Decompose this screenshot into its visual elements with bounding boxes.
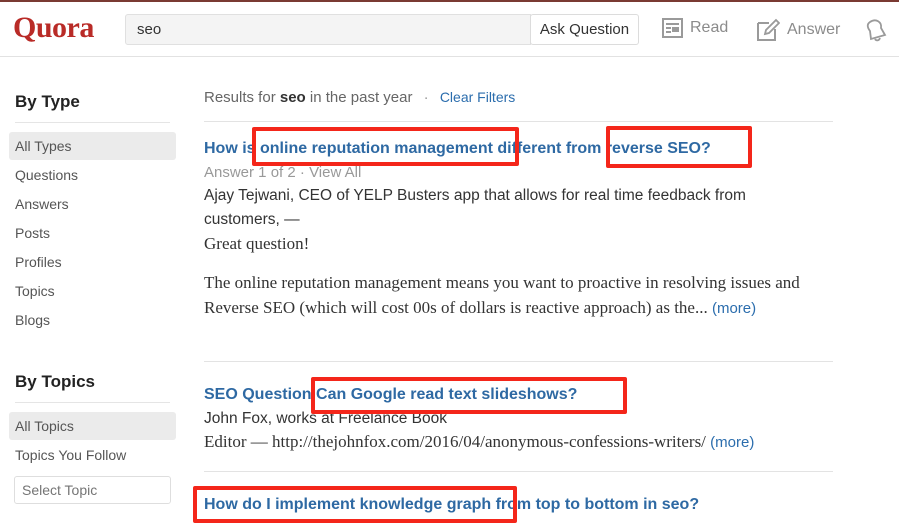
filter-topics-you-follow[interactable]: Topics You Follow [9, 441, 176, 469]
bell-icon [866, 19, 887, 42]
more-link[interactable]: (more) [712, 300, 756, 317]
results-query: seo [279, 89, 306, 106]
filter-profiles[interactable]: Profiles [9, 248, 176, 276]
results-prefix: Results for [204, 89, 276, 106]
answer-snippet-text: The online reputation management means y… [204, 273, 800, 317]
divider [204, 471, 833, 472]
results-suffix: in the past year [309, 89, 413, 106]
filter-all-types[interactable]: All Types [9, 132, 176, 160]
nav-read-label: Read [690, 19, 729, 36]
answer-count: Answer 1 of 2 [204, 164, 296, 181]
nav-notifications[interactable] [866, 18, 895, 42]
divider [15, 402, 170, 403]
read-icon [662, 18, 683, 38]
answer-snippet: The online reputation management means y… [204, 270, 824, 321]
answer-author: Ajay Tejwani, CEO of YELP Busters app th… [204, 187, 746, 228]
result-title-prefix: SEO Question [204, 386, 312, 403]
result-title-link[interactable]: How do I implement knowledge graph from … [204, 496, 699, 514]
ask-question-button[interactable]: Ask Question [530, 14, 639, 45]
answer-snippet-text: Editor — http://thejohnfox.com/2016/04/a… [204, 432, 706, 451]
filter-topics[interactable]: Topics [9, 277, 176, 305]
result-title-text: Can Google read text slideshows? [316, 386, 578, 403]
divider [204, 361, 833, 362]
filter-answers[interactable]: Answers [9, 190, 176, 218]
select-topic-input[interactable] [14, 476, 171, 504]
filter-questions[interactable]: Questions [9, 161, 176, 189]
filter-posts[interactable]: Posts [9, 219, 176, 247]
nav-read[interactable]: Read [662, 18, 728, 38]
filter-blogs[interactable]: Blogs [9, 306, 176, 334]
by-topics-heading: By Topics [15, 372, 95, 391]
answer-meta: Answer 1 of 2 · View All [204, 164, 361, 181]
more-link[interactable]: (more) [710, 434, 754, 451]
answer-snippet: Editor — http://thejohnfox.com/2016/04/a… [204, 429, 844, 455]
separator: · [295, 164, 310, 181]
nav-answer-label: Answer [787, 21, 841, 38]
top-navigation-bar: Quora Ask Question Read Answer [0, 0, 899, 57]
result-title-link[interactable]: SEO Question Can Google read text slides… [204, 386, 577, 404]
answer-pencil-icon [757, 18, 780, 41]
filter-all-topics[interactable]: All Topics [9, 412, 176, 440]
nav-answer[interactable]: Answer [756, 18, 840, 42]
separator: · [423, 89, 429, 106]
search-input[interactable] [125, 14, 531, 45]
answer-author: John Fox, works at Freelance Book [204, 410, 447, 427]
view-all-link[interactable]: View All [309, 164, 361, 181]
quora-logo[interactable]: Quora [13, 11, 94, 45]
clear-filters-link[interactable]: Clear Filters [440, 89, 515, 105]
by-type-heading: By Type [15, 92, 80, 111]
result-title-link[interactable]: How is online reputation management diff… [204, 140, 711, 158]
divider [204, 121, 833, 122]
results-summary: Results for seo in the past year · Clear… [204, 89, 515, 106]
divider [15, 122, 170, 123]
answer-snippet-line: Great question! [204, 234, 310, 253]
